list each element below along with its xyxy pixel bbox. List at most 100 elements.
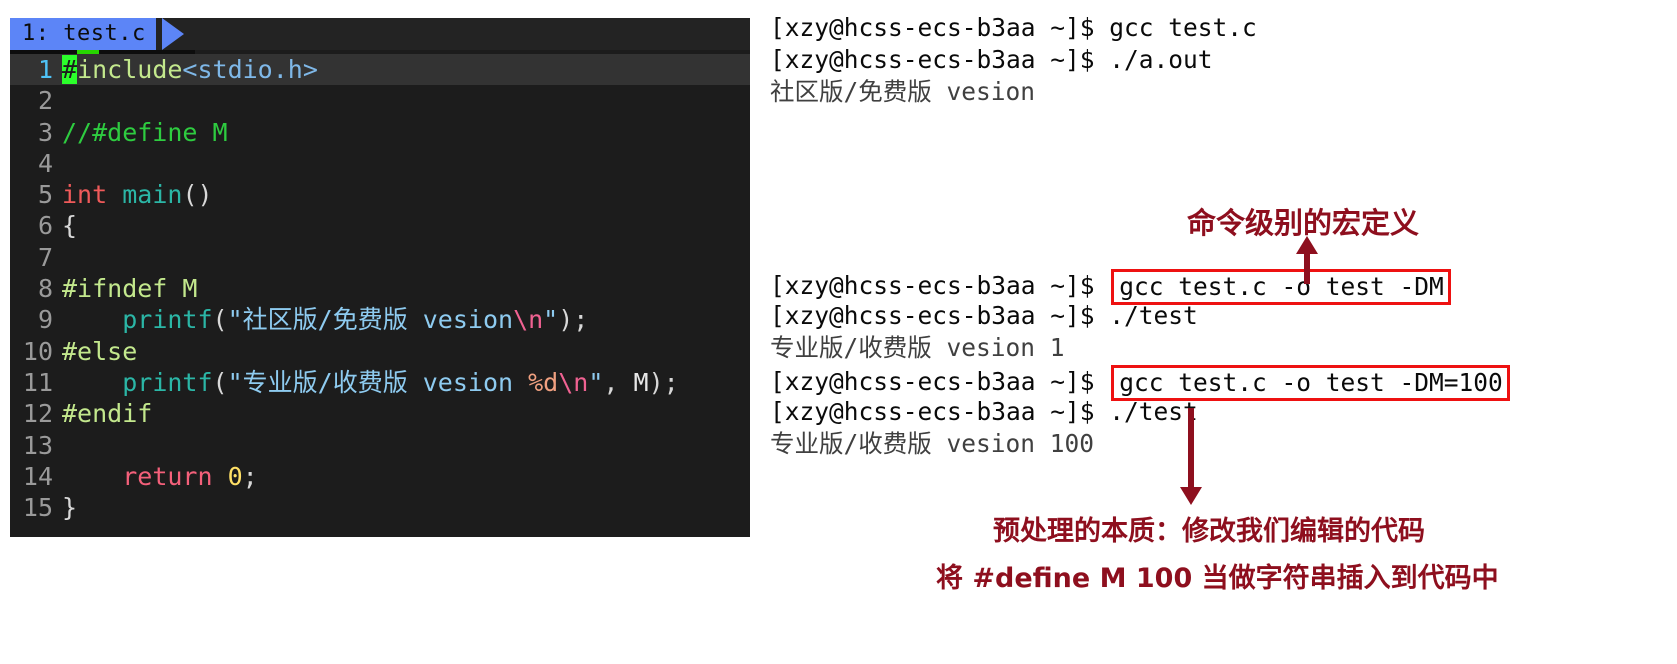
- annotation-preprocess-essence: 预处理的本质：修改我们编辑的代码: [993, 516, 1425, 547]
- line-number: 11: [22, 367, 53, 397]
- code-line[interactable]: 6{: [10, 210, 750, 241]
- code-token: \n: [513, 305, 544, 335]
- code-token: #: [62, 55, 78, 84]
- code-token: int: [62, 180, 123, 210]
- code-token: #else: [62, 336, 138, 366]
- code-token: "社区版/免费版 vesion: [227, 305, 514, 335]
- terminal-output-line: 专业版/收费版 vesion 1: [770, 332, 1670, 364]
- code-line-text: printf("社区版/免费版 vesion\n");: [62, 304, 750, 335]
- line-number: 15: [22, 493, 53, 523]
- line-number: 9: [37, 305, 53, 335]
- code-line-text: printf("专业版/收费版 vesion %d\n", M);: [62, 367, 750, 398]
- line-number: 8: [37, 274, 53, 304]
- code-line-text: #endif: [62, 398, 750, 429]
- code-token: {: [62, 211, 78, 241]
- code-token: %d: [528, 367, 559, 397]
- line-number: 2: [37, 86, 53, 116]
- code-token: ": [588, 367, 604, 397]
- code-token: "专业版/收费版 vesion: [227, 367, 529, 397]
- code-line[interactable]: 11 printf("专业版/收费版 vesion %d\n", M);: [10, 367, 750, 398]
- code-token: include: [77, 55, 183, 84]
- code-area[interactable]: 1 #include<stdio.h> 2 3 //#define M 4 5 int mai…: [10, 50, 750, 523]
- code-line[interactable]: 12 #endif: [10, 398, 750, 429]
- terminal-prompt: [xzy@hcss-ecs-b3aa ~]$: [770, 45, 1110, 74]
- code-line[interactable]: 13: [10, 430, 750, 461]
- tab-test-c[interactable]: 1: test.c: [10, 18, 156, 50]
- terminal-command-line: [xzy@hcss-ecs-b3aa ~]$ gcc test.c: [770, 12, 1670, 44]
- terminal-command: ./test: [1109, 397, 1198, 426]
- code-token: M: [633, 367, 649, 397]
- terminal-prompt: [xzy@hcss-ecs-b3aa ~]$: [770, 271, 1110, 300]
- annotation-macro-level: 命令级别的宏定义: [1187, 206, 1420, 240]
- screenshot-root: 1: test.c 1 #include<stdio.h> 2 3 //#define …: [0, 0, 1677, 664]
- terminal-prompt: [xzy@hcss-ecs-b3aa ~]$: [770, 13, 1110, 42]
- line-number: 13: [22, 430, 53, 460]
- code-token: return: [122, 461, 228, 491]
- code-token: );: [648, 367, 679, 397]
- code-line[interactable]: 1 #include<stdio.h>: [10, 54, 750, 86]
- terminal-command: ./a.out: [1109, 45, 1213, 74]
- code-line-text: {: [62, 210, 750, 241]
- line-number: 1: [37, 55, 53, 84]
- tab-chevron-icon: [162, 18, 184, 50]
- code-token: <stdio.h>: [182, 55, 318, 84]
- code-line[interactable]: 7: [10, 242, 750, 273]
- terminal-output[interactable]: [xzy@hcss-ecs-b3aa ~]$ gcc test.c [xzy@hc…: [770, 12, 1670, 482]
- code-token: }: [62, 493, 78, 523]
- code-editor-panel: 1: test.c 1 #include<stdio.h> 2 3 //#define …: [10, 18, 750, 537]
- line-number: 4: [37, 148, 53, 178]
- code-line[interactable]: 8 #ifndef M: [10, 273, 750, 304]
- terminal-command-line: [xzy@hcss-ecs-b3aa ~]$ ./test: [770, 396, 1670, 428]
- code-line-text: #include<stdio.h>: [62, 54, 750, 85]
- code-token: printf: [122, 367, 213, 397]
- code-line-text: //#define M: [62, 117, 750, 148]
- code-line[interactable]: 4: [10, 148, 750, 179]
- terminal-command-line: [xzy@hcss-ecs-b3aa ~]$ gcc test.c -o tes…: [770, 364, 1670, 401]
- code-token: );: [558, 305, 589, 335]
- line-number: 3: [37, 117, 53, 147]
- terminal-prompt: [xzy@hcss-ecs-b3aa ~]$: [770, 301, 1110, 330]
- code-line-text: #else: [62, 336, 750, 367]
- code-line[interactable]: 10 #else: [10, 336, 750, 367]
- line-number: 6: [37, 211, 53, 241]
- code-line-text: int main(): [62, 179, 750, 210]
- terminal-command: gcc test.c: [1109, 13, 1257, 42]
- line-number: 7: [37, 242, 53, 272]
- code-line[interactable]: 3 //#define M: [10, 117, 750, 148]
- code-line[interactable]: 15}: [10, 492, 750, 523]
- code-line[interactable]: 2: [10, 85, 750, 116]
- annotation-define-insert: 将 #define M 100 当做字符串插入到代码中: [936, 563, 1499, 594]
- editor-tabbar: 1: test.c: [10, 18, 750, 54]
- code-token: ,: [603, 367, 634, 397]
- code-line[interactable]: 5 int main(): [10, 179, 750, 210]
- code-line-text: #ifndef M: [62, 273, 750, 304]
- line-number: 5: [37, 180, 53, 210]
- code-token: 0: [227, 461, 243, 491]
- code-line[interactable]: 14 return 0;: [10, 461, 750, 492]
- terminal-output-line: 专业版/收费版 vesion 100: [770, 428, 1670, 460]
- line-number: 14: [22, 461, 53, 491]
- code-token: #ifndef M: [62, 274, 198, 304]
- line-number: 10: [22, 336, 53, 366]
- tab-label: 1: test.c: [22, 21, 146, 46]
- terminal-prompt: [xzy@hcss-ecs-b3aa ~]$: [770, 367, 1110, 396]
- code-token: \n: [558, 367, 589, 397]
- code-token: (: [212, 367, 228, 397]
- code-token: ;: [242, 461, 258, 491]
- terminal-output-line: 社区版/免费版 vesion: [770, 76, 1670, 108]
- code-line[interactable]: 9 printf("社区版/免费版 vesion\n");: [10, 304, 750, 335]
- terminal-command-line: [xzy@hcss-ecs-b3aa ~]$ ./a.out: [770, 44, 1670, 76]
- code-token: (): [182, 180, 213, 210]
- terminal-program-output: 专业版/收费版 vesion 1: [770, 333, 1065, 362]
- terminal-command-line: [xzy@hcss-ecs-b3aa ~]$ ./test: [770, 300, 1670, 332]
- code-token: //#define M: [62, 117, 228, 147]
